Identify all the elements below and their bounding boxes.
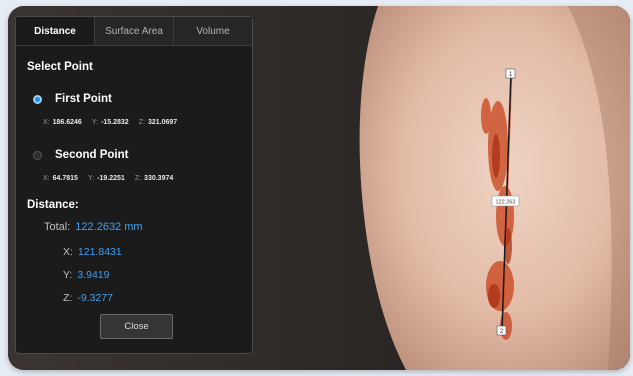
radio-selected-icon xyxy=(33,94,42,104)
distance-badge-value: 122.263 xyxy=(496,200,516,206)
first-z-label: Z: xyxy=(138,119,145,126)
first-y-label: Y: xyxy=(91,119,99,126)
distance-badge: 122.263 xyxy=(491,195,520,207)
distance-y-label: Y: xyxy=(63,269,73,281)
first-x-label: X: xyxy=(43,119,50,126)
measurement-panel: Distance Surface Area Volume Select Poin… xyxy=(15,16,253,354)
distance-z-label: Z: xyxy=(63,292,73,304)
tab-distance[interactable]: Distance xyxy=(16,17,95,45)
tab-surface-area[interactable]: Surface Area xyxy=(95,17,174,45)
first-point-coords: X: 186.6246 Y: -15.2832 Z: 321.0697 xyxy=(43,119,187,126)
second-x-label: X: xyxy=(43,175,50,182)
first-point-radio[interactable]: First Point xyxy=(33,93,112,105)
second-x-value: 64.7815 xyxy=(52,175,78,182)
second-point-radio[interactable]: Second Point xyxy=(33,149,128,161)
distance-y-row: Y: 3.9419 xyxy=(63,269,109,281)
second-point-label: Second Point xyxy=(55,149,129,161)
distance-total-label: Total: xyxy=(44,221,71,233)
distance-x-value: 121.8431 xyxy=(77,246,122,258)
distance-x-label: X: xyxy=(63,246,73,258)
second-point-coords: X: 64.7815 Y: -19.2251 Z: 330.3974 xyxy=(43,175,183,182)
distance-y-value: 3.9419 xyxy=(77,269,110,281)
close-button[interactable]: Close xyxy=(100,314,173,339)
second-y-value: -19.2251 xyxy=(97,175,125,182)
point-marker-2[interactable]: 2 xyxy=(496,325,507,336)
radio-unselected-icon xyxy=(33,150,42,160)
first-point-label: First Point xyxy=(55,93,112,105)
point-marker-1[interactable]: 1 xyxy=(505,68,516,79)
select-point-title: Select Point xyxy=(27,61,93,73)
app-window: 1 2 122.263 Distance Surface Area Volume… xyxy=(8,6,630,370)
second-y-label: Y: xyxy=(87,175,95,182)
distance-total-value: 122.2632 mm xyxy=(75,221,143,233)
first-y-value: -15.2832 xyxy=(101,119,129,126)
second-z-label: Z: xyxy=(134,175,142,182)
measurement-tabs: Distance Surface Area Volume xyxy=(16,17,252,46)
first-z-value: 321.0697 xyxy=(147,119,178,126)
distance-x-row: X: 121.8431 xyxy=(63,246,122,258)
second-z-value: 330.3974 xyxy=(144,175,174,182)
distance-title: Distance: xyxy=(27,199,79,211)
tab-volume[interactable]: Volume xyxy=(174,17,252,45)
distance-total-row: Total: 122.2632 mm xyxy=(44,221,143,233)
distance-z-row: Z: -9.3277 xyxy=(63,292,113,304)
first-x-value: 186.6246 xyxy=(52,119,82,126)
distance-z-value: -9.3277 xyxy=(77,292,113,304)
